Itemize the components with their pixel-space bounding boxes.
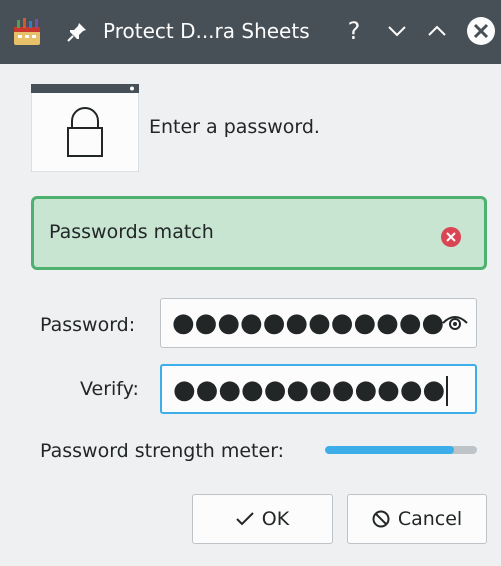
dialog-window: Protect D...ra Sheets ? Enter a password…	[0, 0, 501, 566]
cancel-label: Cancel	[397, 508, 463, 530]
app-icon[interactable]	[12, 17, 42, 47]
chevron-up-icon	[428, 25, 446, 36]
strength-meter-fill	[325, 446, 455, 454]
verify-value: ●●●●●●●●●●●●	[173, 375, 449, 406]
window-title: Protect D...ra Sheets	[103, 19, 310, 43]
eye-icon[interactable]	[442, 314, 468, 332]
error-icon	[440, 226, 462, 248]
verify-input[interactable]: ●●●●●●●●●●●●	[160, 364, 477, 414]
lock-icon	[30, 83, 140, 173]
help-button[interactable]: ?	[339, 16, 369, 46]
password-label: Password:	[40, 314, 136, 336]
password-input[interactable]: ●●●●●●●●●●●●	[160, 298, 477, 348]
dialog-content: Enter a password. Passwords match Passwo…	[0, 64, 501, 566]
minimize-button[interactable]	[382, 16, 412, 46]
prompt-text: Enter a password.	[149, 116, 320, 138]
text-caret	[446, 375, 449, 406]
check-icon	[236, 512, 254, 526]
ok-button[interactable]: OK	[192, 494, 333, 544]
strength-meter	[325, 446, 477, 454]
password-value: ●●●●●●●●●●●●	[172, 308, 445, 338]
ok-label: OK	[261, 508, 290, 530]
chevron-down-icon	[388, 26, 406, 37]
cancel-icon	[372, 510, 390, 528]
maximize-button[interactable]	[422, 16, 452, 46]
close-icon	[467, 17, 495, 45]
pin-icon[interactable]	[66, 21, 88, 43]
titlebar[interactable]: Protect D...ra Sheets ?	[0, 0, 501, 64]
cancel-button[interactable]: Cancel	[347, 494, 487, 544]
banner-message: Passwords match	[49, 221, 214, 243]
strength-label: Password strength meter:	[40, 440, 285, 462]
close-button[interactable]	[466, 16, 496, 46]
status-banner: Passwords match	[31, 196, 487, 270]
verify-label: Verify:	[80, 378, 139, 400]
